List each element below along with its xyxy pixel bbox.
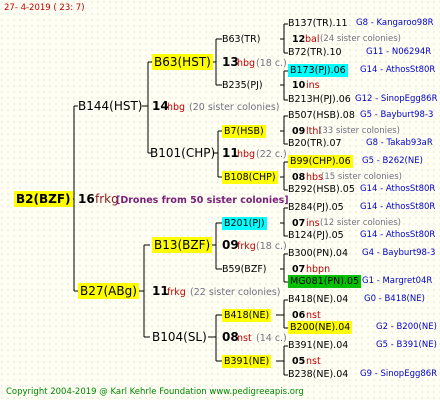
node-b507-extra: G5 - Bayburt98-3 xyxy=(360,110,434,120)
node-b27-sisters: (22 sister colonies) xyxy=(190,287,281,298)
node-mg081-pn[interactable]: MG081(PN).05 xyxy=(288,275,362,288)
node-b104-sisters: (14 c.) xyxy=(256,333,287,344)
node-b13-bzf[interactable]: B13(BZF) xyxy=(152,237,213,253)
node-b300-pn[interactable]: B300(PN).04 xyxy=(288,247,348,260)
node-b418-ne[interactable]: B418(NE) xyxy=(222,309,272,322)
node-b137-extra: G8 - Kangaroo98R xyxy=(356,18,434,28)
node-b391-colony: nst xyxy=(306,356,321,367)
node-b391-ne04-extra: G5 - B391(NE) xyxy=(376,340,437,350)
node-b284-extra: G14 - AthosSt80R xyxy=(360,202,436,212)
node-b391-ne[interactable]: B391(NE) xyxy=(222,355,272,368)
node-b101-chp[interactable]: B101(CHP) xyxy=(150,145,215,161)
root-node[interactable]: B2(BZF) xyxy=(14,191,73,207)
node-b63-sisters: (18 c.) xyxy=(256,58,287,69)
node-b27-abg[interactable]: B27(ABg) xyxy=(78,283,139,299)
node-b235-pj[interactable]: B235(PJ) xyxy=(222,79,263,92)
node-b13-colony: frkg xyxy=(237,241,256,252)
node-b7-hsb[interactable]: B7(HSB) xyxy=(222,125,266,138)
node-b108-chp[interactable]: B108(CHP) xyxy=(222,171,278,184)
node-b101-sisters: (22 c.) xyxy=(256,149,287,160)
node-b104-sl[interactable]: B104(SL) xyxy=(152,329,207,345)
node-b27-colony: frkg xyxy=(167,287,186,298)
header-date: 27- 4-2019 ( 23: 7) xyxy=(4,3,85,13)
node-b99-chp[interactable]: B99(CHP).06 xyxy=(288,155,353,168)
root-note: [Drones from 50 sister colonies] xyxy=(116,195,289,206)
node-b300-extra: G4 - Bayburt98-3 xyxy=(362,248,436,258)
node-b391-ne04[interactable]: B391(NE).04 xyxy=(288,339,348,352)
node-b124-pj[interactable]: B124(PJ).05 xyxy=(288,229,344,242)
node-b235-colony: ins xyxy=(306,80,320,91)
node-b213h-pj[interactable]: B213H(PJ).06 xyxy=(288,93,351,106)
node-b104-colony: nst xyxy=(237,333,252,344)
node-b144-hst[interactable]: B144(HST) xyxy=(78,98,142,114)
node-b137-tr[interactable]: B137(TR).11 xyxy=(288,17,348,30)
node-b292-extra: G14 - AthosSt80R xyxy=(360,184,436,194)
node-b63tr-colony: bal xyxy=(305,34,320,45)
node-b284-pj[interactable]: B284(PJ).05 xyxy=(288,201,344,214)
node-b101-colony: hbg xyxy=(237,149,256,160)
node-b72-extra: G11 - N06294R xyxy=(366,47,432,57)
node-b173-pj[interactable]: B173(PJ).06 xyxy=(288,64,348,77)
node-b418-ne04[interactable]: B418(NE).04 xyxy=(288,293,348,306)
node-b201-pj[interactable]: B201(PJ) xyxy=(222,217,267,230)
node-b63-colony: hbg xyxy=(237,58,256,69)
pedigree-frame: 27- 4-2019 ( 23: 7) B2(BZF) 16 frkg [Dro… xyxy=(0,0,440,400)
node-b292-hsb[interactable]: B292(HSB).05 xyxy=(288,183,355,196)
node-b13-sisters: (18 c.) xyxy=(256,241,287,252)
footer-copyright: Copyright 2004-2019 @ Karl Kehrle Founda… xyxy=(6,387,304,397)
node-b59-bzf[interactable]: B59(BZF) xyxy=(222,263,267,276)
root-gen: 16 xyxy=(78,192,95,206)
node-b235-gen: 10 xyxy=(292,80,306,91)
node-b63tr-gen: 12 xyxy=(292,34,306,45)
node-b507-hsb[interactable]: B507(HSB).08 xyxy=(288,109,355,122)
node-b144-sisters: (20 sister colonies) xyxy=(189,102,280,113)
node-b144-colony: hbg xyxy=(167,102,186,113)
node-b20-extra: G8 - Takab93aR xyxy=(366,138,433,148)
node-b418-ne04-extra: G0 - B418(NE) xyxy=(364,294,425,304)
node-b173-extra: G14 - AthosSt80R xyxy=(360,65,436,75)
node-b72-tr[interactable]: B72(TR).10 xyxy=(288,46,342,59)
node-b391-gen: 05 xyxy=(292,356,306,367)
node-mg081-extra: G1 - Margret04R xyxy=(362,276,433,286)
node-b238-ne[interactable]: B238(NE).04 xyxy=(288,368,348,381)
node-b200-extra: G2 - B200(NE) xyxy=(376,322,437,332)
node-b63tr-sisters: (24 sister colonies) xyxy=(320,34,401,44)
node-b213h-extra: G12 - SinopEgg86R xyxy=(355,94,438,104)
node-b99-extra: G5 - B262(NE) xyxy=(362,156,423,166)
node-b200-ne[interactable]: B200(NE).04 xyxy=(288,321,353,334)
node-b20-tr[interactable]: B20(TR).07 xyxy=(288,137,342,150)
node-b238-extra: G9 - SinopEgg86R xyxy=(360,369,438,379)
node-b63-tr[interactable]: B63(TR) xyxy=(222,33,260,46)
node-b63-hst[interactable]: B63(HST) xyxy=(152,54,213,70)
node-b124-extra: G14 - AthosSt80R xyxy=(360,230,436,240)
